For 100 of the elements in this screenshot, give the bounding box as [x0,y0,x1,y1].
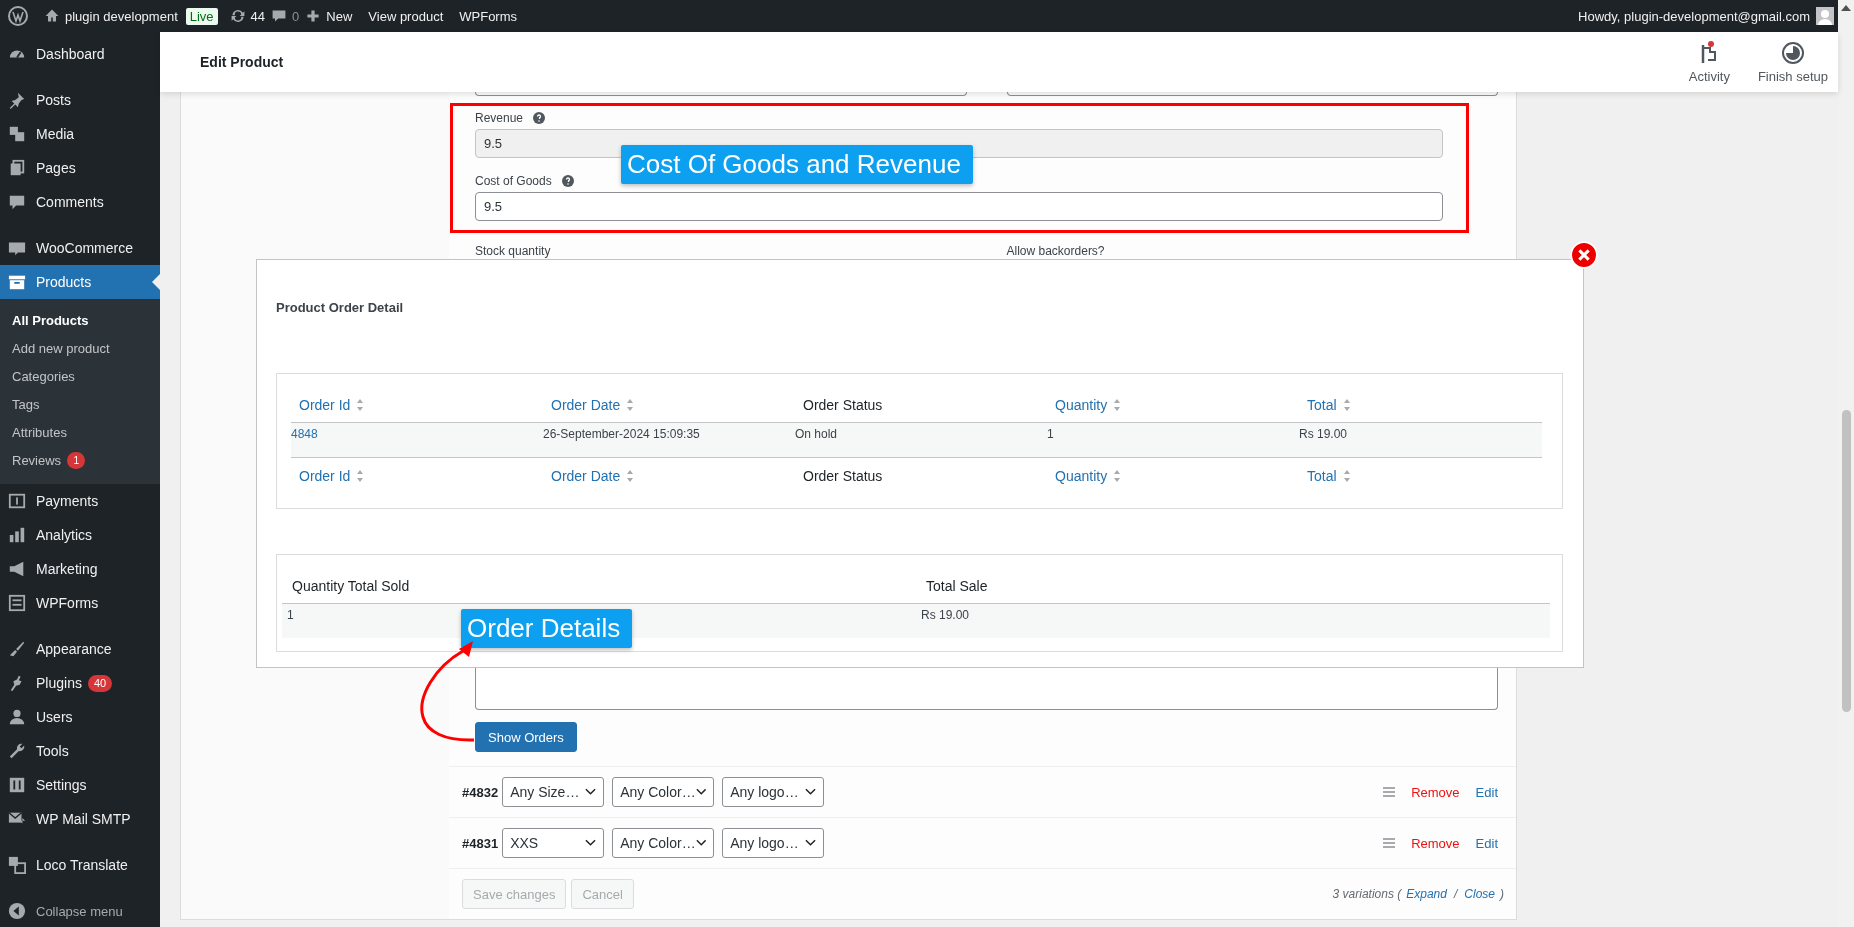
header-action[interactable]: Finish setup [1757,40,1828,84]
order-link[interactable]: 4848 [291,427,543,441]
closing-parenthesis: ) [1500,887,1504,901]
menu-item[interactable]: Marketing [0,552,160,586]
menu-item[interactable]: Loco Translate [0,848,160,882]
column-header[interactable]: Order Id [291,396,543,413]
submenu-item[interactable]: All Products [0,306,160,334]
close-icon[interactable] [1570,241,1598,269]
variations-summary: 3 variations ( [1332,887,1402,901]
menu-item[interactable]: WPForms [0,586,160,620]
close-link[interactable]: Close [1464,887,1495,901]
chevron-down-icon [805,788,817,796]
refresh-icon[interactable] [229,8,246,24]
menu-item[interactable]: Settings [0,768,160,802]
table-cell-text: 1 [286,608,295,622]
show-orders-button[interactable]: Show Orders [475,722,577,752]
column-header[interactable]: Quantity [1047,467,1299,484]
menu-item[interactable]: Payments [0,484,160,518]
attribute-select[interactable]: Any Color… [612,777,715,807]
menu-item[interactable]: Pages [0,151,160,185]
expand-link[interactable]: Expand [1406,887,1447,901]
archive-box-icon [8,273,26,291]
menu-item[interactable]: WP Mail SMTP [0,802,160,836]
attribute-select[interactable]: Any Color… [612,828,715,858]
submenu-item[interactable]: Tags [0,390,160,418]
collapse-icon [8,902,26,920]
sort-icon [1113,397,1122,412]
submenu-item[interactable]: Attributes [0,418,160,446]
chevron-down-icon [585,788,597,796]
menu-item[interactable]: Comments [0,185,160,219]
menu-item[interactable]: WooCommerce [0,231,160,265]
sort-icon [1113,468,1122,483]
column-header[interactable]: Order Date [543,396,795,413]
column-header[interactable]: Total [1299,467,1542,484]
sort-icon [1342,397,1351,412]
chevron-down-icon [585,839,597,847]
count-badge: 40 [87,674,113,692]
attribute-select[interactable]: Any logo… [722,828,825,858]
menu-item[interactable]: Media [0,117,160,151]
submenu-item[interactable]: Reviews 1 [0,446,160,474]
submenu-item[interactable]: Categories [0,362,160,390]
attribute-select[interactable]: Any Size… [502,777,605,807]
menu-item[interactable]: Products [0,265,160,299]
translate-icon [8,856,26,874]
chevron-down-icon [695,839,707,847]
table-cell-text: Rs 19.00 [920,608,971,622]
speech-bubble-icon[interactable] [271,8,288,24]
table-cell-text: On hold [795,427,839,441]
menu-item[interactable]: Plugins 40 [0,666,160,700]
cost-of-goods-field[interactable]: 9.5 [475,192,1443,221]
scroll-thumb[interactable] [1842,410,1851,712]
text-area[interactable] [475,665,1498,710]
paintbrush-icon [8,640,26,658]
menu-item[interactable]: Tools [0,734,160,768]
greeting-link[interactable]: Howdy, plugin-development@gmail.com [1578,8,1810,24]
column-header[interactable]: Total [1299,396,1542,413]
wrench-icon [8,742,26,760]
comments-count[interactable]: 0 [292,8,300,24]
attribute-select[interactable]: XXS [502,828,605,858]
menu-item[interactable]: Analytics [0,518,160,552]
submenu-item[interactable]: Add new product [0,334,160,362]
site-name-link[interactable]: plugin development [65,8,178,24]
drag-handle-icon[interactable] [1383,838,1396,848]
variation-id: #4831 [462,835,499,851]
header-action[interactable]: Activity [1688,40,1730,84]
field-label: Stock quantity [475,245,551,258]
menu-item[interactable]: Dashboard [0,37,160,71]
admin-bar-link[interactable]: View product [368,8,444,24]
menu-item[interactable]: Appearance [0,632,160,666]
wordpress-logo-icon[interactable] [8,6,28,26]
plus-icon[interactable] [305,8,322,24]
updates-count[interactable]: 44 [250,8,266,24]
column-header[interactable]: Order Date [543,467,795,484]
table-cell-text: Rs 19.00 [1299,427,1349,441]
chevron-down-icon [695,788,707,796]
collapse-menu-button[interactable]: Collapse menu [0,894,160,927]
edit-link[interactable]: Edit [1475,835,1498,851]
field-label: Cost of Goods [475,174,552,188]
chevron-down-icon [805,839,817,847]
live-badge: Live [185,7,218,25]
attribute-select[interactable]: Any logo… [722,777,825,807]
new-link[interactable]: New [326,8,353,24]
admin-bar-link[interactable]: WPForms [459,8,518,24]
column-header[interactable]: Quantity [1047,396,1299,413]
progress-circle-icon [1780,40,1805,65]
drag-handle-icon[interactable] [1383,787,1396,797]
remove-link[interactable]: Remove [1411,835,1460,851]
scroll-up-icon[interactable] [1841,5,1851,11]
sort-icon [1342,468,1351,483]
edit-link[interactable]: Edit [1475,784,1498,800]
form-icon [8,594,26,612]
menu-item[interactable]: Posts [0,83,160,117]
menu-item[interactable]: Users [0,700,160,734]
column-header: Order Status [802,396,884,413]
help-icon[interactable] [533,112,546,124]
remove-link[interactable]: Remove [1411,784,1460,800]
home-icon[interactable] [44,8,60,24]
page-title: Edit Product [200,54,284,70]
help-icon[interactable] [561,175,574,187]
column-header[interactable]: Order Id [291,467,543,484]
